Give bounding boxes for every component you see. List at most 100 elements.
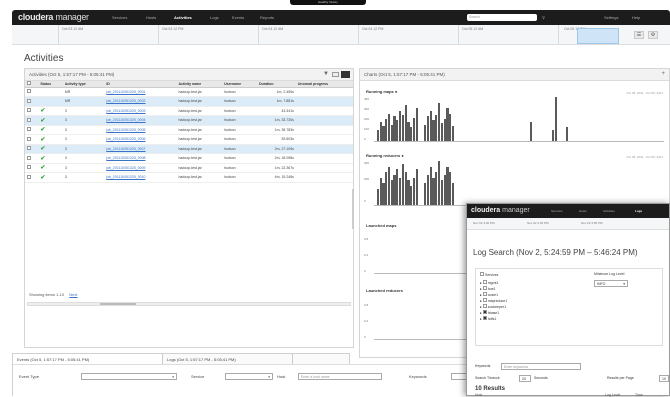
- next-link[interactable]: Next: [69, 292, 77, 297]
- row-user: hudson: [222, 115, 258, 126]
- row-checkbox[interactable]: [27, 146, 31, 151]
- event-type-select[interactable]: ▾: [81, 373, 177, 380]
- nav-services[interactable]: Services: [112, 15, 127, 20]
- cloudera-logo[interactable]: cloudera manager: [471, 207, 530, 214]
- row-user: hudson: [222, 163, 258, 173]
- row-checkbox[interactable]: [27, 98, 31, 103]
- row-checkbox[interactable]: [27, 155, 31, 160]
- row-checkbox[interactable]: [27, 174, 31, 179]
- services-checkbox[interactable]: [480, 272, 484, 276]
- row-checkbox[interactable]: [27, 108, 31, 113]
- row-checkbox[interactable]: [27, 165, 31, 170]
- columns-icon[interactable]: [332, 72, 339, 77]
- table-row[interactable]: ✔ 3 job_201110051325_0008 hadoop-test.jar hu…: [25, 153, 353, 164]
- row-id-link[interactable]: job_201110051325_0010: [104, 172, 177, 183]
- vertical-scrollbar[interactable]: [352, 189, 354, 229]
- table-row[interactable]: MR job_201110051325_0002 hadoop-test.jar hu…: [25, 96, 353, 107]
- col-log-level[interactable]: Log Level: [605, 393, 620, 397]
- row-id-link[interactable]: job_201110051325_0004: [104, 115, 177, 126]
- table-row[interactable]: MR job_201110051325_0001 hadoop-test.jar hu…: [25, 87, 353, 97]
- col-time[interactable]: Time: [635, 393, 643, 397]
- row-id-link[interactable]: job_201110051325_0008: [104, 153, 177, 164]
- row-id-link[interactable]: job_201110051325_0002: [104, 96, 177, 107]
- table-row[interactable]: ✔ 3 job_201110051325_0005 hadoop-test.jar hu…: [25, 125, 353, 135]
- list-item[interactable]: ▸ hdfs1: [480, 316, 507, 322]
- nav-logs[interactable]: Logs: [210, 15, 219, 20]
- min-level-select[interactable]: INFO ▾: [594, 280, 628, 287]
- row-id-link[interactable]: job_201110051325_0007: [104, 144, 177, 154]
- add-chart-icon[interactable]: +: [661, 71, 665, 77]
- search-input[interactable]: Search: [467, 14, 537, 21]
- row-checkbox[interactable]: [27, 117, 31, 122]
- overlay-timeline[interactable]: Nov 02 4:30 PM Nov 02 4:40 PM Nov 02 4:5…: [467, 218, 669, 230]
- timeout-input[interactable]: 20: [519, 375, 531, 382]
- charts-panel-title: Charts (Oct 5, 1:57:17 PM - 5:05:41 PM): [364, 72, 445, 77]
- nav-services[interactable]: Services: [551, 209, 563, 213]
- y-tick: 0.4: [364, 253, 369, 257]
- table-row[interactable]: ✔ 3 job_201110051325_0006 hadoop-test.jar hu…: [25, 134, 353, 145]
- nav-reports[interactable]: Reports: [260, 15, 274, 20]
- table-row[interactable]: ✔ 3 job_201110051325_0009 hadoop-test.jar hu…: [25, 163, 353, 173]
- tab-logs[interactable]: Logs (Oct 5, 1:57:17 PM - 5:05:41 PM): [163, 354, 293, 364]
- row-type: 3: [62, 172, 105, 183]
- nav-logs[interactable]: Logs: [635, 209, 642, 213]
- select-all-checkbox[interactable]: [27, 81, 31, 86]
- row-id-link[interactable]: job_201110051325_0001: [104, 87, 177, 97]
- table-row[interactable]: ✔ 3 job_201110051325_0010 hadoop-test.jar hu…: [25, 172, 353, 183]
- timeline-tick: [558, 25, 559, 45]
- timeline-settings-button[interactable]: ⚙: [648, 31, 658, 39]
- nav-settings[interactable]: Settings: [604, 15, 618, 20]
- x-axis: [374, 339, 466, 340]
- log-search-title: Log Search (Nov 2, 5:24:59 PM – 5:46:24 …: [473, 248, 638, 257]
- row-id-link[interactable]: job_201110051325_0006: [104, 134, 177, 145]
- timeline-label: Oct 03 12 PM: [162, 27, 184, 31]
- table-row[interactable]: ✔ 3 job_201110051325_0007 hadoop-test.jar hu…: [25, 144, 353, 154]
- timeline-label: Oct 04 12 PM: [362, 27, 384, 31]
- host-input[interactable]: Enter a host name: [298, 373, 382, 380]
- nav-events[interactable]: Events: [232, 15, 244, 20]
- search-icon[interactable]: ⚲: [542, 15, 545, 20]
- timeline-menu-button[interactable]: ☰: [634, 31, 644, 39]
- row-checkbox[interactable]: [27, 89, 31, 94]
- timeline-selection[interactable]: [577, 28, 619, 44]
- y-tick: 0.8: [364, 237, 369, 241]
- timeline-label: Nov 02 4:50 PM: [581, 221, 603, 225]
- cloudera-logo[interactable]: cloudera manager: [18, 12, 89, 22]
- nav-help[interactable]: Help: [632, 15, 640, 20]
- horizontal-scrollbar[interactable]: [27, 302, 351, 306]
- table-row[interactable]: ✔ 3 job_201110051325_0003 hadoop-test.jar hu…: [25, 106, 353, 116]
- keywords-input[interactable]: Enter keywords: [501, 363, 581, 370]
- x-axis: [374, 141, 664, 142]
- row-id-link[interactable]: job_201110051325_0005: [104, 125, 177, 135]
- timeout-label: Search Timeout: [475, 376, 500, 380]
- chart-title-running-reducers: Running reducers ●: [366, 153, 404, 158]
- nav-activities[interactable]: Activities: [174, 15, 192, 20]
- col-host[interactable]: Host: [475, 393, 482, 397]
- row-type: 3: [62, 106, 105, 116]
- y-tick: 0: [364, 335, 366, 339]
- timeline-bar[interactable]: Oct 03 12 AM Oct 03 12 PM Oct 04 12 AM O…: [12, 25, 670, 45]
- nav-activities[interactable]: Activities: [603, 209, 615, 213]
- export-icon[interactable]: [341, 71, 350, 78]
- activities-panel: Activities (Oct 5, 1:57:17 PM - 5:05:41 …: [24, 68, 354, 348]
- row-type: 3: [62, 134, 105, 145]
- nav-hosts[interactable]: Hosts: [146, 15, 156, 20]
- timeline-tick: [458, 25, 459, 45]
- row-checkbox[interactable]: [27, 127, 31, 132]
- timeline-label: Oct 03 12 AM: [62, 27, 84, 31]
- row-name: hadoop-test.jar: [176, 153, 223, 164]
- row-duration: 53.503s: [257, 134, 296, 145]
- row-user: hudson: [222, 172, 258, 183]
- results-per-page-select[interactable]: 10: [659, 375, 669, 382]
- charts-panel-header: Charts (Oct 5, 1:57:17 PM - 5:05:41 PM) …: [360, 69, 669, 81]
- row-id-link[interactable]: job_201110051325_0003: [104, 106, 177, 116]
- filter-icon[interactable]: ▼: [323, 71, 329, 77]
- service-select[interactable]: ▾: [225, 373, 273, 380]
- table-row[interactable]: ✔ 3 job_201110051325_0004 hadoop-test.jar hu…: [25, 115, 353, 126]
- nav-hosts[interactable]: Hosts: [579, 209, 587, 213]
- row-checkbox[interactable]: [27, 136, 31, 141]
- row-id-link[interactable]: job_201110051325_0009: [104, 163, 177, 173]
- status-icon: ✔: [38, 134, 63, 145]
- tab-events[interactable]: Events (Oct 5, 1:57:17 PM - 5:05:41 PM): [13, 354, 163, 364]
- window-tab[interactable]: Healthy history: [290, 0, 366, 5]
